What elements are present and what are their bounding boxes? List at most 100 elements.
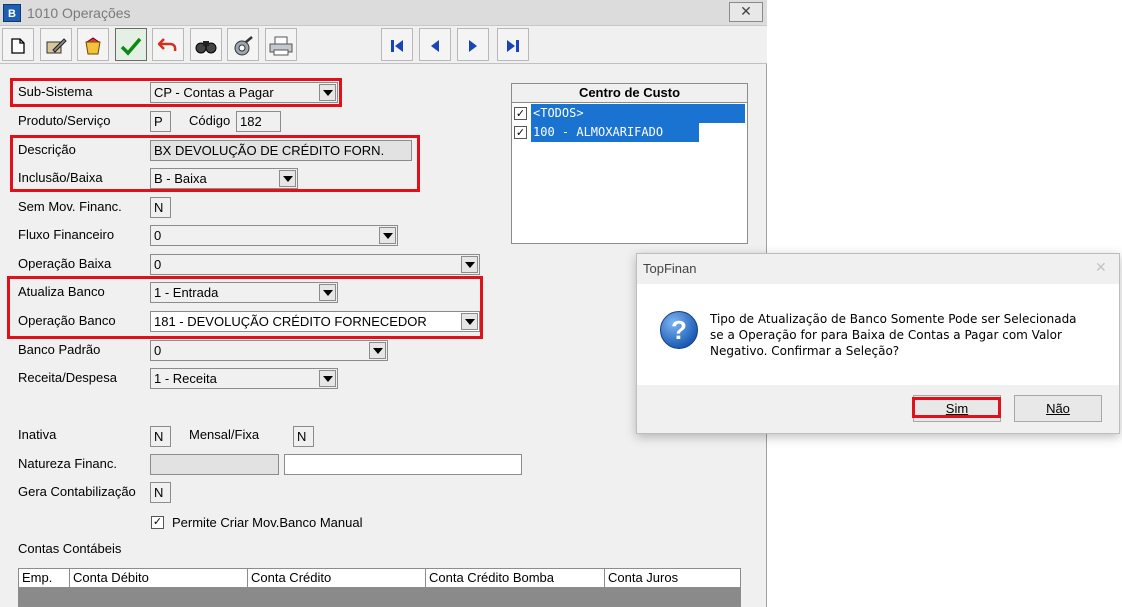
title-bar: B 1010 Operações ✕ <box>0 0 767 26</box>
centro-de-custo-list[interactable]: Centro de Custo ✓ <TODOS> ✓ 100 - ALMOXA… <box>511 83 748 244</box>
fluxo-financeiro-value: 0 <box>154 228 162 243</box>
fluxo-financeiro-label: Fluxo Financeiro <box>18 227 115 242</box>
centro-almoxarifado-label: 100 - ALMOXARIFADO <box>531 123 699 142</box>
atualiza-banco-value: 1 - Entrada <box>154 285 219 300</box>
next-record-button[interactable] <box>457 28 489 61</box>
toolbar <box>0 26 767 64</box>
column-header-emp[interactable]: Emp. <box>19 569 70 588</box>
natureza-financ-code-field[interactable] <box>150 454 279 475</box>
inativa-field[interactable]: N <box>150 426 171 447</box>
operacao-baixa-label: Operação Baixa <box>18 256 112 271</box>
centro-de-custo-title: Centro de Custo <box>512 84 747 103</box>
mensal-fixa-field[interactable]: N <box>293 426 314 447</box>
produto-servico-label: Produto/Serviço <box>18 113 111 128</box>
no-button-label: Não <box>1046 401 1070 416</box>
chevron-down-icon[interactable] <box>319 284 336 301</box>
new-document-icon <box>11 37 25 54</box>
chevron-down-icon[interactable] <box>369 342 386 359</box>
next-record-icon <box>469 39 477 52</box>
contas-contabeis-label: Contas Contábeis <box>18 541 122 556</box>
confirm-button[interactable] <box>115 28 147 61</box>
sub-sistema-label: Sub-Sistema <box>18 84 93 99</box>
inclusao-baixa-value: B - Baixa <box>154 171 207 186</box>
dialog-title: TopFinan <box>643 261 697 276</box>
receita-despesa-select[interactable]: 1 - Receita <box>150 368 338 389</box>
tool-button[interactable] <box>227 28 259 61</box>
chevron-down-icon[interactable] <box>279 170 296 187</box>
chevron-down-icon[interactable] <box>461 256 478 273</box>
delete-button[interactable] <box>77 28 109 61</box>
find-button[interactable] <box>190 28 222 61</box>
print-button[interactable] <box>265 28 297 61</box>
codigo-field[interactable]: 182 <box>236 111 281 132</box>
chevron-down-icon[interactable] <box>461 313 478 330</box>
chevron-down-icon[interactable] <box>319 84 336 101</box>
operacao-banco-select[interactable]: 181 - DEVOLUÇÃO CRÉDITO FORNECEDOR <box>150 311 480 332</box>
operacao-baixa-value: 0 <box>154 257 162 272</box>
sub-sistema-select[interactable]: CP - Contas a Pagar <box>150 82 338 103</box>
sem-mov-financ-field[interactable]: N <box>150 197 171 218</box>
window-close-button[interactable]: ✕ <box>729 2 763 22</box>
descricao-label: Descrição <box>18 142 76 157</box>
column-header-conta-juros[interactable]: Conta Juros <box>605 569 740 588</box>
permite-criar-label: Permite Criar Mov.Banco Manual <box>172 515 363 530</box>
banco-padrao-label: Banco Padrão <box>18 342 101 357</box>
dialog-close-button[interactable]: ✕ <box>1095 259 1107 276</box>
edit-button[interactable] <box>40 28 72 61</box>
undo-icon <box>157 37 177 51</box>
descricao-field[interactable]: BX DEVOLUÇÃO DE CRÉDITO FORN. <box>150 140 412 161</box>
inclusao-baixa-select[interactable]: B - Baixa <box>150 168 298 189</box>
column-header-conta-credito[interactable]: Conta Crédito <box>248 569 426 588</box>
natureza-financ-label: Natureza Financ. <box>18 456 117 471</box>
inclusao-baixa-label: Inclusão/Baixa <box>18 170 103 185</box>
permite-criar-checkbox[interactable]: ✓ <box>151 516 164 529</box>
operacao-baixa-select[interactable]: 0 <box>150 254 480 275</box>
natureza-financ-description-field[interactable] <box>284 454 522 475</box>
undo-button[interactable] <box>152 28 184 61</box>
last-record-icon <box>507 39 519 52</box>
produto-servico-field[interactable]: P <box>150 111 171 132</box>
dialog-message-line: se a Operação for para Baixa de Contas a… <box>710 328 1062 342</box>
chevron-down-icon[interactable] <box>319 370 336 387</box>
previous-record-button[interactable] <box>419 28 451 61</box>
find-icon <box>195 40 217 54</box>
list-item[interactable]: ✓ 100 - ALMOXARIFADO <box>514 123 745 142</box>
edit-icon <box>46 37 67 54</box>
new-document-button[interactable] <box>2 28 34 61</box>
tool-icon <box>234 35 253 56</box>
banco-padrao-select[interactable]: 0 <box>150 340 388 361</box>
operacao-banco-label: Operação Banco <box>18 313 116 328</box>
receita-despesa-value: 1 - Receita <box>154 371 217 386</box>
no-button[interactable]: Não <box>1014 395 1102 422</box>
grid-header: Emp. Conta Débito Conta Crédito Conta Cr… <box>19 569 740 588</box>
app-icon: B <box>3 4 21 22</box>
dialog-message: Tipo de Atualização de Banco Somente Pod… <box>710 311 1110 359</box>
centro-almoxarifado-checkbox[interactable]: ✓ <box>514 126 527 139</box>
centro-todos-checkbox[interactable]: ✓ <box>514 107 527 120</box>
delete-icon <box>85 36 101 55</box>
last-record-button[interactable] <box>497 28 529 61</box>
banco-padrao-value: 0 <box>154 343 162 358</box>
previous-record-icon <box>431 39 439 52</box>
atualiza-banco-label: Atualiza Banco <box>18 284 105 299</box>
contas-contabeis-grid[interactable]: Emp. Conta Débito Conta Crédito Conta Cr… <box>18 568 741 607</box>
fluxo-financeiro-select[interactable]: 0 <box>150 225 398 246</box>
gera-contabilizacao-field[interactable]: N <box>150 482 171 503</box>
column-header-conta-credito-bomba[interactable]: Conta Crédito Bomba <box>426 569 605 588</box>
list-item[interactable]: ✓ <TODOS> <box>514 104 745 123</box>
window-title: 1010 Operações <box>27 5 131 21</box>
sem-mov-financ-label: Sem Mov. Financ. <box>18 199 122 214</box>
chevron-down-icon[interactable] <box>379 227 396 244</box>
inativa-label: Inativa <box>18 427 57 442</box>
yes-button[interactable]: Sim <box>913 395 1001 422</box>
confirm-icon <box>120 37 142 56</box>
atualiza-banco-select[interactable]: 1 - Entrada <box>150 282 338 303</box>
codigo-label: Código <box>189 113 231 128</box>
dialog-message-line: Tipo de Atualização de Banco Somente Pod… <box>710 312 1077 326</box>
first-record-button[interactable] <box>381 28 413 61</box>
gera-contabilizacao-label: Gera Contabilização <box>18 484 136 499</box>
yes-button-label: Sim <box>945 401 969 416</box>
column-header-conta-debito[interactable]: Conta Débito <box>70 569 248 588</box>
centro-todos-label: <TODOS> <box>531 104 745 123</box>
print-icon <box>269 36 293 56</box>
